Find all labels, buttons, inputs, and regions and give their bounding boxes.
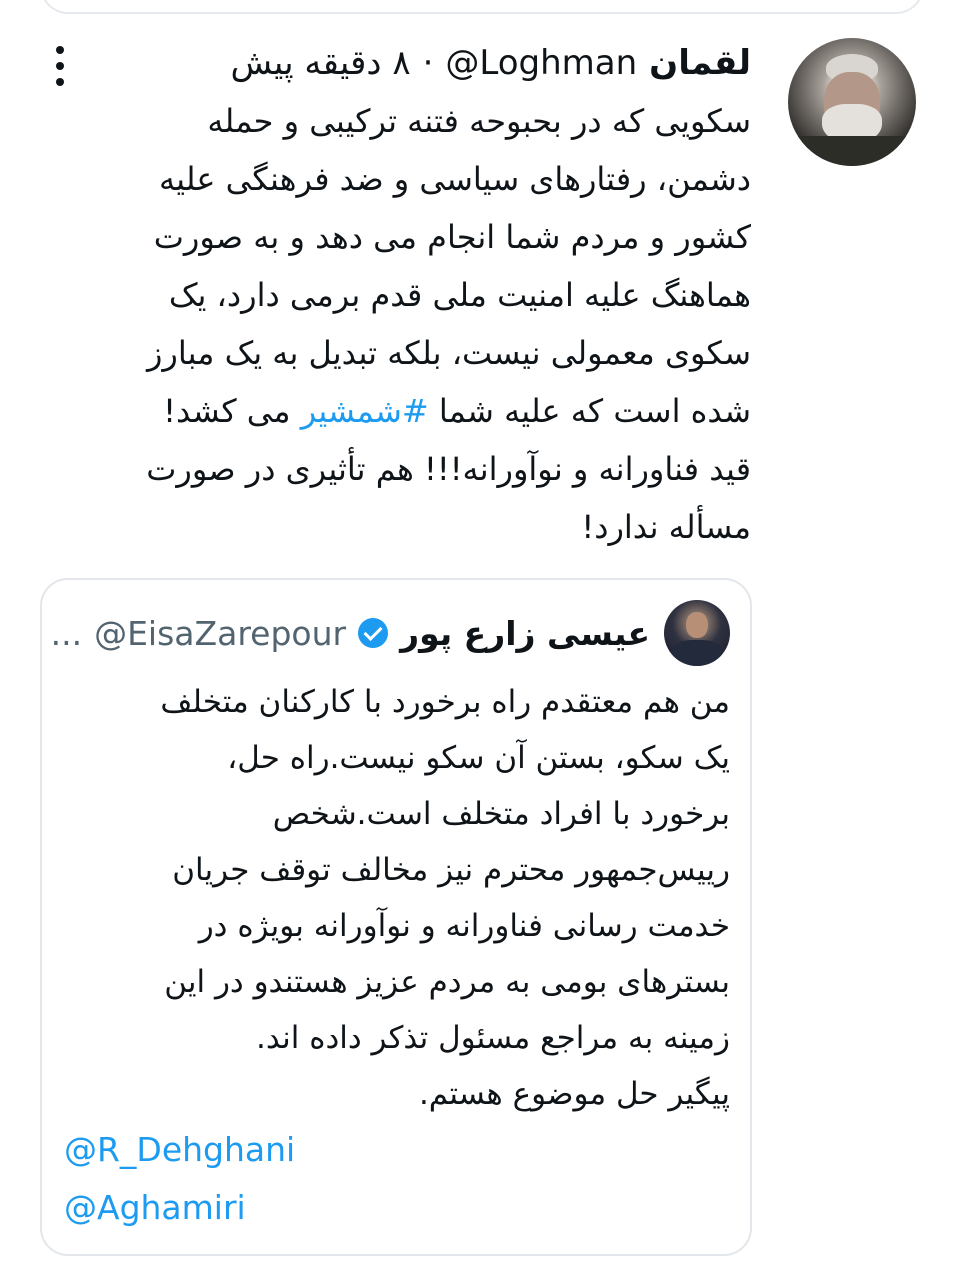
author-handle[interactable]: @Loghman xyxy=(445,43,637,83)
quoted-author-avatar[interactable] xyxy=(664,600,730,666)
tweet-line: دشمن، رفتارهای سیاسی و ضد فرهنگی علیه xyxy=(158,160,751,198)
quoted-author-display-name[interactable]: عیسی زارع پور xyxy=(400,614,650,653)
quoted-line: بسترهای بومی به مردم عزیز هستندو در این xyxy=(164,964,730,1000)
quoted-line: من هم معتقدم راه برخورد با کارکنان متخلف xyxy=(160,684,730,720)
tweet-line: سکویی که در بحبوحه فتنه ترکیبی و حمله xyxy=(207,102,751,140)
hashtag-link[interactable]: #شمشیر xyxy=(301,392,429,430)
quoted-tweet-text: من هم معتقدم راه برخورد با کارکنان متخلف… xyxy=(70,674,730,1122)
tweet-line: هماهنگ علیه امنیت ملی قدم برمی دارد، یک xyxy=(168,276,751,314)
tweet-line: قید فناورانه و نوآورانه!!! هم تأثیری در … xyxy=(146,450,751,488)
tweet-text-segment: می کشد! xyxy=(163,392,301,430)
tweet-header: لقمان @Loghman · ۸ دقیقه پیش xyxy=(231,36,751,90)
previous-card-edge xyxy=(40,0,924,14)
quoted-line: پیگیر حل موضوع هستم. xyxy=(418,1076,730,1112)
tweet-line: مسأله ندارد! xyxy=(581,508,751,546)
tweet-text: سکویی که در بحبوحه فتنه ترکیبی و حمله دش… xyxy=(61,92,751,556)
author-avatar[interactable] xyxy=(788,38,916,166)
mention-link-r-dehghani[interactable]: @R_Dehghani xyxy=(64,1130,295,1169)
quoted-line: زمینه به مراجع مسئول تذکر داده اند. xyxy=(255,1020,730,1056)
quoted-tweet-card[interactable]: عیسی زارع پور @EisaZarepour ... من هم مع… xyxy=(40,578,752,1256)
tweet-time[interactable]: ۸ دقیقه پیش xyxy=(231,43,411,83)
truncation-ellipsis: ... xyxy=(50,613,83,653)
tweet-line: کشور و مردم شما انجام می دهد و به صورت xyxy=(153,218,751,256)
quoted-tweet-header: عیسی زارع پور @EisaZarepour ... xyxy=(51,608,650,658)
meta-separator: · xyxy=(422,43,434,83)
quoted-line: خدمت رسانی فناورانه و نوآورانه بویژه در xyxy=(198,908,730,944)
more-options-icon[interactable] xyxy=(52,46,68,86)
tweet-text-segment: شده است که علیه شما xyxy=(428,392,751,430)
verified-badge-icon xyxy=(358,618,389,648)
tweet-line-with-hashtag: شده است که علیه شما #شمشیر می کشد! xyxy=(61,382,751,440)
mention-link-aghamiri[interactable]: @Aghamiri xyxy=(64,1188,246,1227)
quoted-line: یک سکو، بستن آن سکو نیست.راه حل، xyxy=(227,740,730,776)
quoted-line: برخورد با افراد متخلف است.شخص xyxy=(272,796,730,832)
quoted-author-handle[interactable]: @EisaZarepour xyxy=(94,614,346,653)
tweet-line: سکوی معمولی نیست، بلکه تبدیل به یک مبارز xyxy=(146,334,751,372)
author-display-name[interactable]: لقمان xyxy=(649,43,751,83)
quoted-line: رییس‌جمهور محترم نیز مخالف توقف جریان xyxy=(172,852,730,888)
